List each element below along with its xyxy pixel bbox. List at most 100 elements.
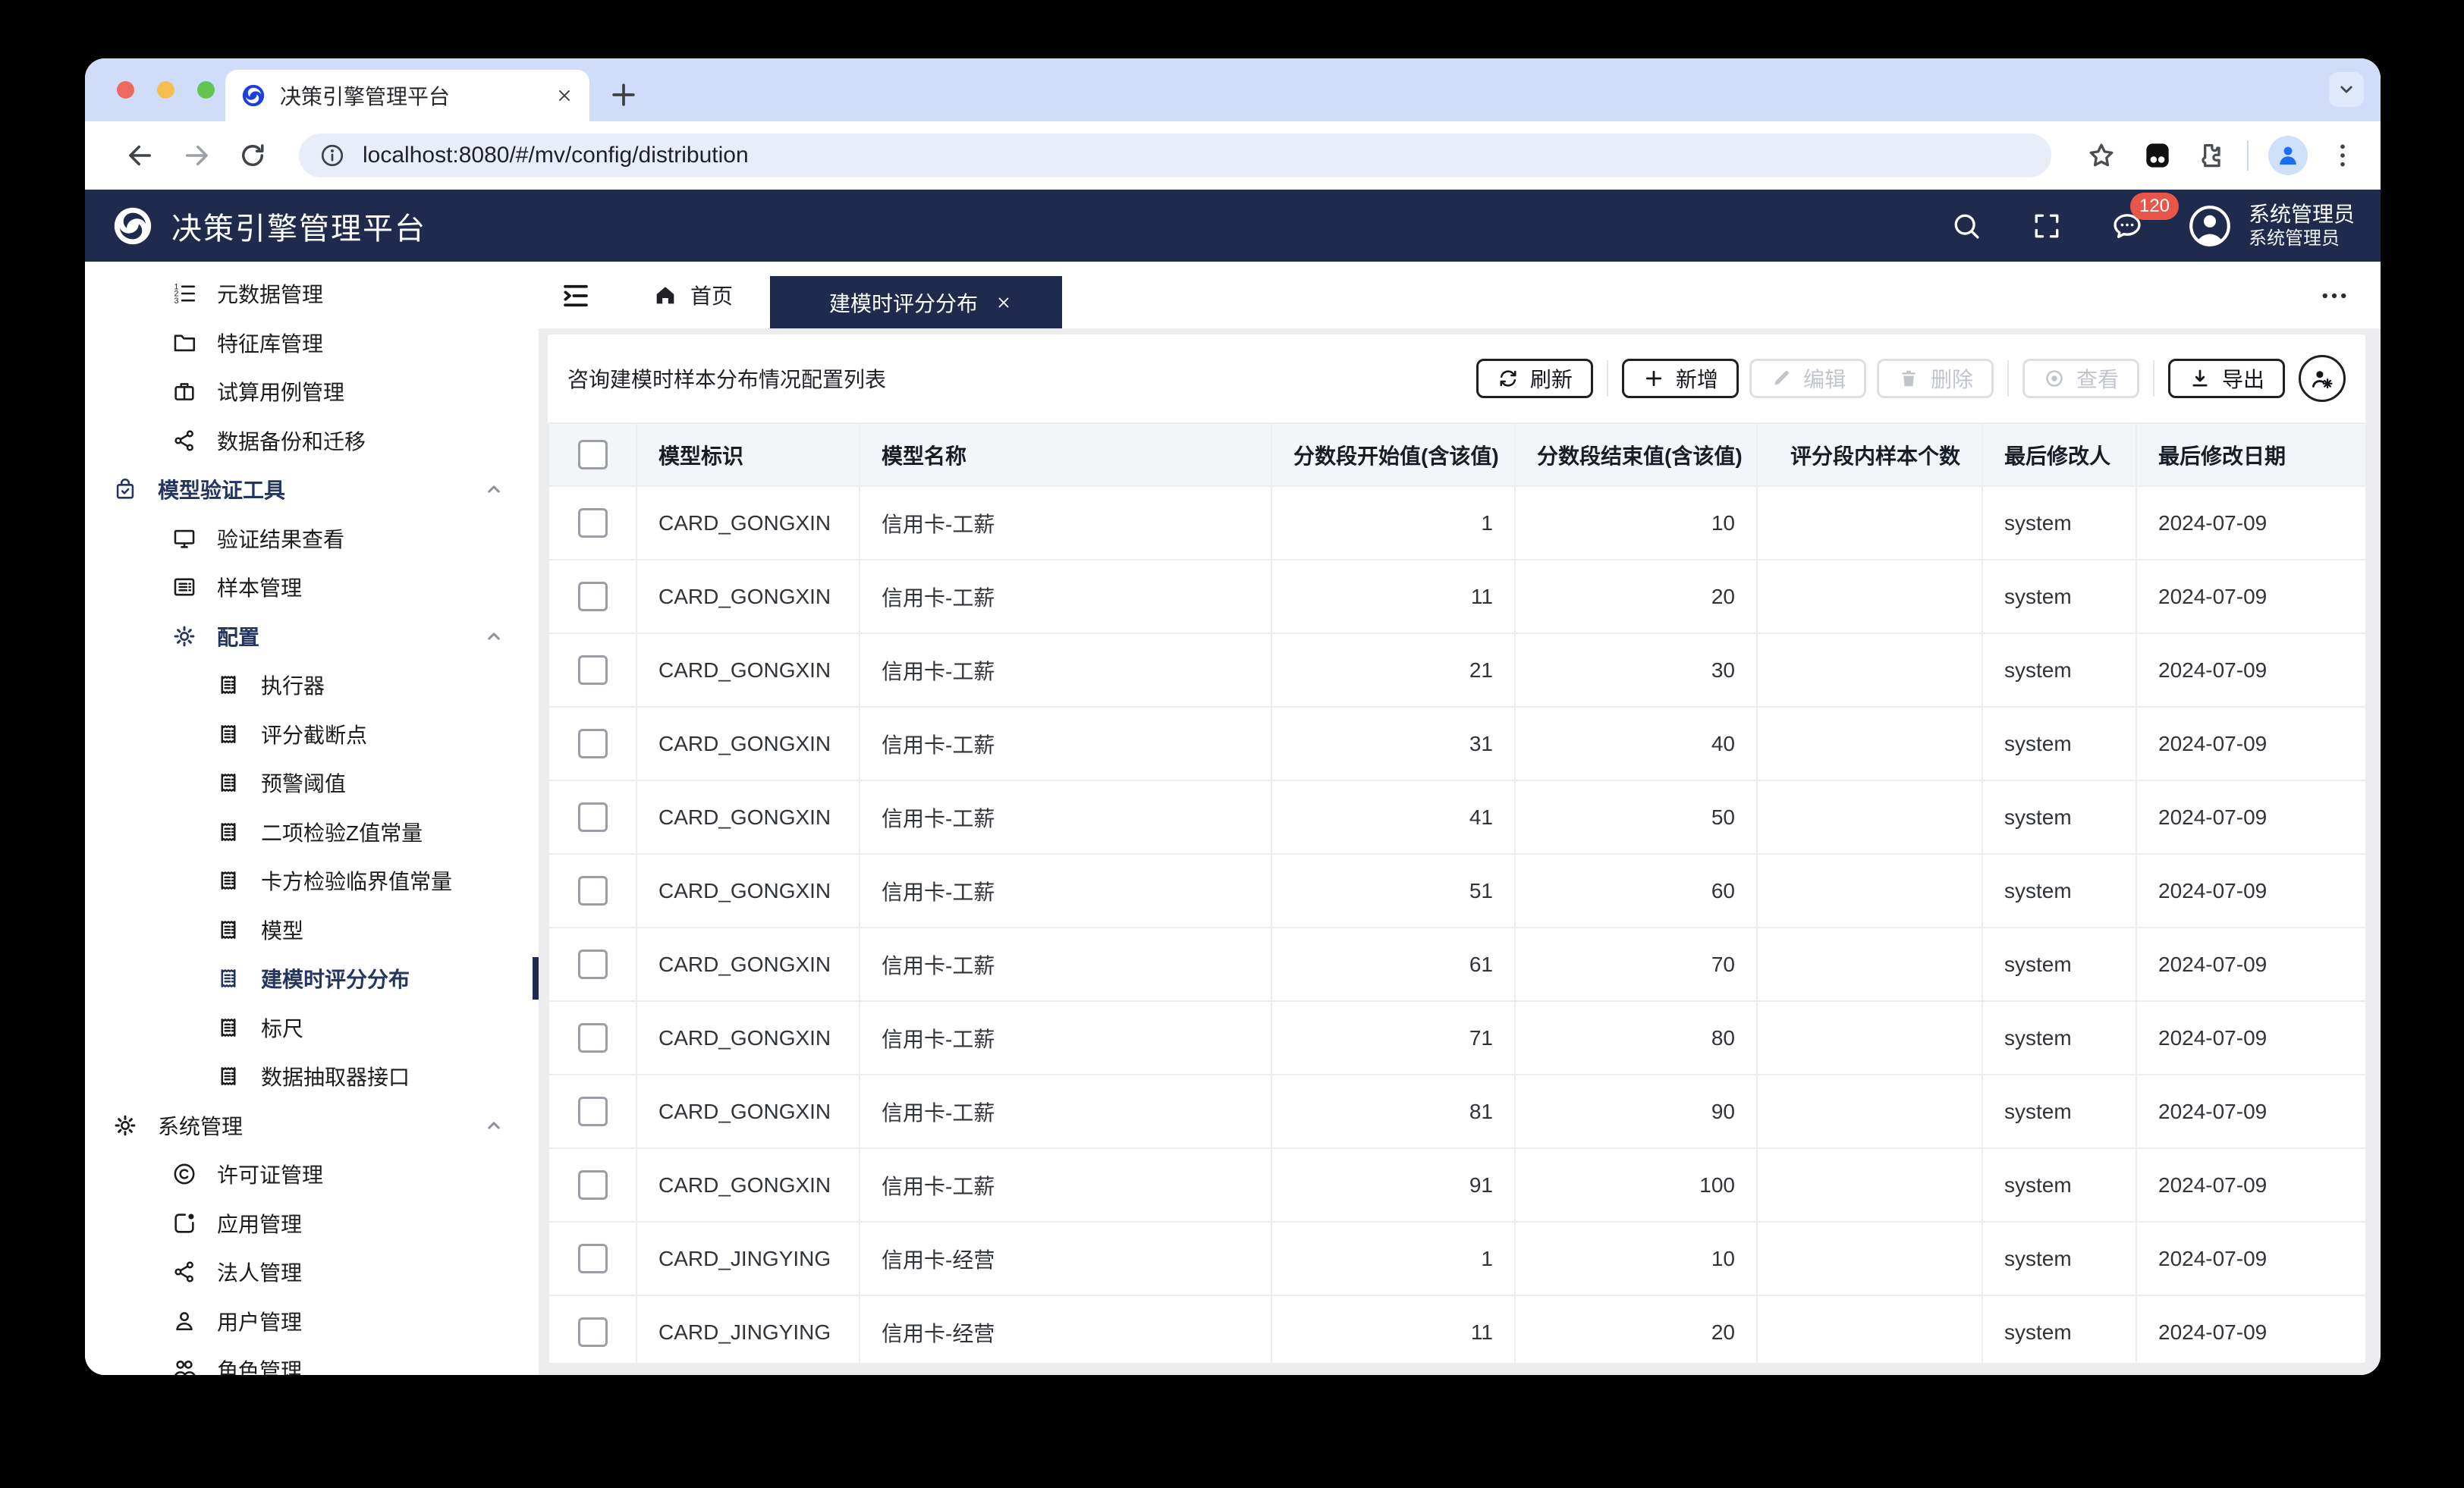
tab-search-button[interactable] [2329, 72, 2364, 107]
table-cell: 80 [1515, 1001, 1757, 1075]
sidebar-item-active[interactable]: 建模时评分分布 [85, 954, 539, 1003]
sidebar-item-label: 角色管理 [217, 1355, 302, 1375]
chevron-up-icon[interactable] [482, 625, 505, 648]
column-header: 模型标识 [636, 423, 860, 486]
table-cell: 2024-07-09 [2136, 707, 2365, 780]
sidebar-item-18[interactable]: 许可证管理 [85, 1150, 539, 1199]
sidebar-item-3[interactable]: 数据备份和迁移 [85, 416, 539, 466]
tab-home[interactable]: 首页 [652, 262, 733, 328]
table-cell: 30 [1515, 633, 1757, 707]
content-card: 咨询建模时样本分布情况配置列表 刷新新增编辑删除查看导出 模型标识模型名称分数段… [548, 334, 2365, 1363]
row-checkbox[interactable] [578, 876, 608, 906]
browser-window: 决策引擎管理平台 localhost:8080/#/mv/config/dist… [85, 58, 2381, 1375]
table-row: CARD_GONGXIN信用卡-工薪2130system2024-07-09 [548, 633, 2365, 707]
user-role: 系统管理员 [2249, 228, 2355, 250]
row-checkbox[interactable] [578, 802, 608, 832]
chevron-up-icon[interactable] [482, 478, 505, 501]
row-checkbox[interactable] [578, 1170, 608, 1200]
row-checkbox[interactable] [578, 729, 608, 758]
list-box-icon [171, 574, 197, 600]
table-cell: CARD_GONGXIN [636, 1075, 860, 1148]
forward-button[interactable] [181, 140, 212, 171]
search-icon[interactable] [1950, 209, 1983, 243]
address-bar[interactable]: localhost:8080/#/mv/config/distribution [299, 133, 2051, 177]
sidebar-item-17[interactable]: 系统管理 [85, 1101, 539, 1151]
sidebar-item-20[interactable]: 法人管理 [85, 1248, 539, 1297]
button-divider [1607, 360, 1608, 397]
sidebar-item-12[interactable]: 卡方检验临界值常量 [85, 856, 539, 906]
sidebar-item-21[interactable]: 用户管理 [85, 1297, 539, 1346]
browser-profile-button[interactable] [2268, 136, 2308, 175]
tab-options-icon[interactable] [2318, 280, 2350, 312]
sidebar-item-11[interactable]: 二项检验Z值常量 [85, 808, 539, 857]
sidebar-item-1[interactable]: 特征库管理 [85, 319, 539, 368]
sidebar-item-4[interactable]: 模型验证工具 [85, 465, 539, 514]
reload-button[interactable] [237, 140, 269, 171]
person-icon [171, 1308, 197, 1334]
sidebar-item-6[interactable]: 样本管理 [85, 563, 539, 612]
table-cell [1757, 486, 1982, 560]
action-button-0[interactable]: 刷新 [1476, 359, 1593, 398]
sidebar-item-0[interactable]: 123元数据管理 [85, 269, 539, 319]
row-checkbox-cell [548, 780, 636, 854]
column-settings-button[interactable] [2299, 355, 2346, 402]
extensions-menu-icon[interactable] [2194, 139, 2227, 172]
sidebar-item-19[interactable]: 应用管理 [85, 1199, 539, 1248]
browser-menu-icon[interactable] [2327, 140, 2358, 171]
gear-icon [171, 623, 197, 649]
browser-toolbar: localhost:8080/#/mv/config/distribution [85, 121, 2381, 190]
action-button-3[interactable]: 删除 [1877, 359, 1994, 398]
action-button-5[interactable]: 导出 [2168, 359, 2285, 398]
extension-icon[interactable] [2141, 139, 2174, 172]
row-checkbox[interactable] [578, 1317, 608, 1347]
row-checkbox[interactable] [578, 1023, 608, 1053]
share-icon [171, 1259, 197, 1285]
messages-button[interactable]: 120 [2110, 209, 2144, 243]
row-checkbox-cell [548, 1222, 636, 1295]
close-tab-icon[interactable] [995, 294, 1013, 312]
user-info[interactable]: 系统管理员 系统管理员 [2249, 201, 2355, 250]
user-avatar[interactable] [2186, 202, 2233, 250]
bookmark-icon[interactable] [2085, 139, 2118, 172]
chevron-up-icon[interactable] [482, 1114, 505, 1137]
collapse-sidebar-icon[interactable] [560, 280, 592, 312]
site-info-icon[interactable] [319, 142, 346, 169]
sidebar-item-7[interactable]: 配置 [85, 612, 539, 661]
url-text: localhost:8080/#/mv/config/distribution [363, 143, 749, 168]
fullscreen-icon[interactable] [2030, 209, 2063, 243]
close-window-button[interactable] [117, 81, 134, 99]
row-checkbox[interactable] [578, 950, 608, 979]
sidebar-item-13[interactable]: 模型 [85, 906, 539, 955]
browser-tab[interactable]: 决策引擎管理平台 [225, 70, 589, 121]
back-button[interactable] [124, 140, 156, 171]
tab-active[interactable]: 建模时评分分布 [770, 276, 1062, 328]
sidebar-item-8[interactable]: 执行器 [85, 661, 539, 710]
row-checkbox[interactable] [578, 508, 608, 538]
row-checkbox[interactable] [578, 582, 608, 611]
row-checkbox[interactable] [578, 1097, 608, 1126]
table-cell: 信用卡-工薪 [860, 707, 1271, 780]
sidebar-item-15[interactable]: 标尺 [85, 1003, 539, 1053]
sidebar-item-16[interactable]: 数据抽取器接口 [85, 1052, 539, 1101]
sidebar-item-label: 试算用例管理 [217, 376, 344, 407]
row-checkbox[interactable] [578, 1244, 608, 1273]
table-cell: 2024-07-09 [2136, 780, 2365, 854]
zoom-window-button[interactable] [197, 81, 215, 99]
sidebar-item-label: 数据抽取器接口 [261, 1061, 410, 1091]
new-tab-button[interactable] [607, 78, 640, 111]
action-button-2[interactable]: 编辑 [1749, 359, 1866, 398]
close-tab-icon[interactable] [555, 86, 574, 105]
sidebar-item-10[interactable]: 预警阈值 [85, 758, 539, 808]
minimize-window-button[interactable] [157, 81, 174, 99]
action-button-4[interactable]: 查看 [2022, 359, 2139, 398]
notification-badge: 120 [2130, 193, 2179, 220]
sidebar-item-9[interactable]: 评分截断点 [85, 710, 539, 759]
select-all-checkbox[interactable] [578, 440, 608, 469]
row-checkbox[interactable] [578, 655, 608, 685]
table-cell: 41 [1271, 780, 1515, 854]
action-button-1[interactable]: 新增 [1622, 359, 1739, 398]
table-cell: system [1982, 1295, 2136, 1363]
sidebar-item-2[interactable]: 试算用例管理 [85, 367, 539, 416]
sidebar-item-22[interactable]: 角色管理 [85, 1345, 539, 1375]
sidebar-item-5[interactable]: 验证结果查看 [85, 514, 539, 563]
